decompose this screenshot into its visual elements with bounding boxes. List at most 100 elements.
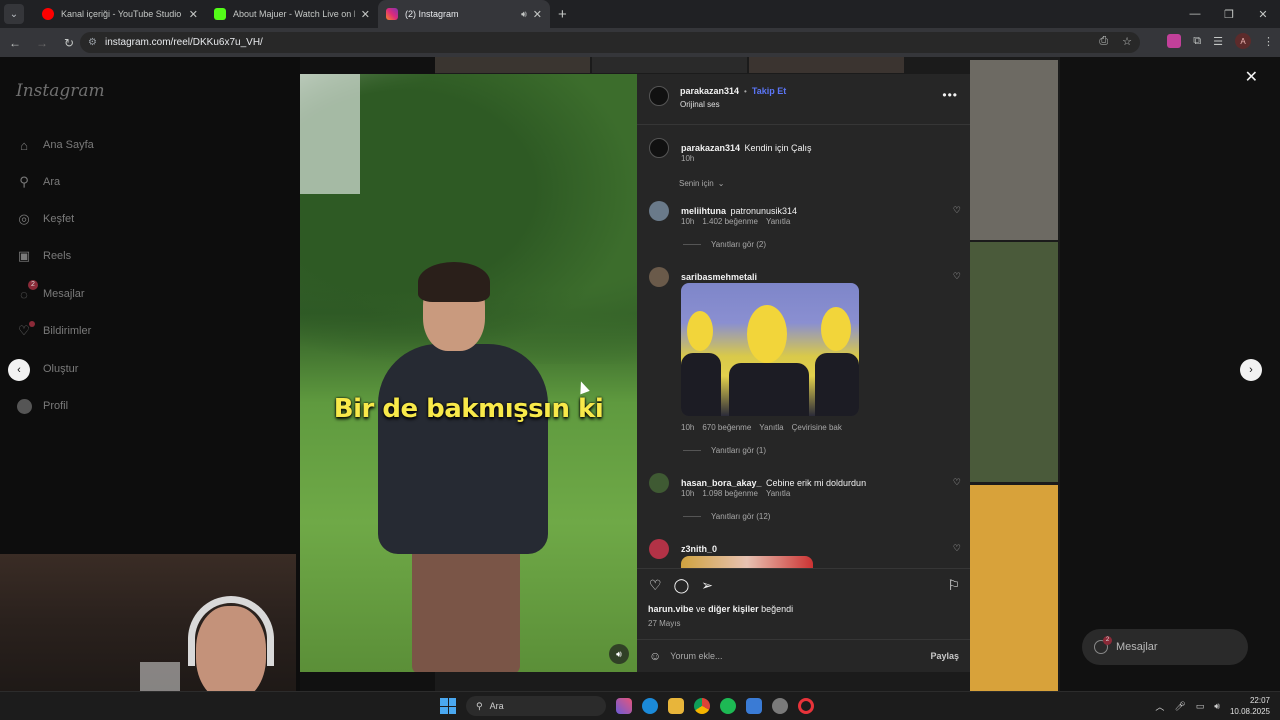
menu-kebab-icon[interactable]: ⋮ <box>1263 35 1274 48</box>
like-heart-icon[interactable]: ♡ <box>649 577 662 594</box>
nav-profile[interactable]: Profil <box>16 398 68 414</box>
translate-button[interactable]: Çevirisine bak <box>792 423 842 432</box>
comment-like-icon[interactable]: ♡ <box>953 477 961 488</box>
comment-like-icon[interactable]: ♡ <box>953 205 961 216</box>
comment-gif-partial[interactable] <box>681 556 813 568</box>
comment-username[interactable]: meliihtuna <box>681 206 726 216</box>
comment-bubble-icon[interactable]: ◯ <box>674 577 690 594</box>
liked-by-user[interactable]: harun.vibe <box>648 604 694 614</box>
site-info-icon[interactable]: ⚙ <box>88 37 97 48</box>
video-person-legs <box>412 534 520 672</box>
edge-icon[interactable] <box>642 698 658 714</box>
nav-notifications[interactable]: ♡ Bildirimler <box>16 321 91 339</box>
messages-pill[interactable]: 2 Mesajlar <box>1082 629 1248 665</box>
back-icon[interactable]: ← <box>3 36 27 50</box>
tab-kick[interactable]: About Majuer - Watch Live on Kick ✕ <box>206 0 378 28</box>
tray-chevron-icon[interactable]: ︿ <box>1155 700 1164 713</box>
obs-icon[interactable] <box>772 698 788 714</box>
copilot-icon[interactable] <box>616 698 632 714</box>
comment-likes[interactable]: 670 beğenme <box>702 423 751 432</box>
speaker-icon[interactable]: 🔊︎ <box>521 9 527 20</box>
volume-icon[interactable]: 🔊︎ <box>1214 701 1220 712</box>
tab-title: (2) Instagram <box>405 9 459 19</box>
file-explorer-icon[interactable] <box>668 698 684 714</box>
taskbar-clock[interactable]: 22:07 10.08.2025 <box>1230 695 1270 717</box>
nav-label: Ara <box>43 176 61 188</box>
microphone-icon[interactable]: 🎤︎ <box>1174 701 1185 712</box>
commenter-avatar[interactable] <box>649 267 669 287</box>
nav-reels[interactable]: ▣ Reels <box>16 248 71 264</box>
comment-gif[interactable] <box>681 283 859 416</box>
more-options-icon[interactable]: ••• <box>942 88 958 102</box>
tab-search-list-icon[interactable]: ☰ <box>1213 35 1223 48</box>
puzzle-icon[interactable]: ⧉ <box>1193 35 1201 48</box>
forward-icon[interactable]: → <box>30 36 54 50</box>
comment-username[interactable]: saribasmehmetali <box>681 272 757 282</box>
comment-like-icon[interactable]: ♡ <box>953 543 961 554</box>
commenter-avatar[interactable] <box>649 473 669 493</box>
close-window-icon[interactable]: ✕ <box>1246 0 1280 28</box>
nav-search[interactable]: ⚲ Ara <box>16 174 60 190</box>
notepad-icon[interactable] <box>746 698 762 714</box>
comment-like-icon[interactable]: ♡ <box>953 271 961 282</box>
save-bookmark-icon[interactable]: ⚐ <box>947 577 960 594</box>
windows-start-icon[interactable] <box>440 698 456 714</box>
author-avatar[interactable] <box>649 86 669 106</box>
tab-search-icon[interactable]: ⌄ <box>4 4 24 24</box>
bookmark-star-icon[interactable]: ☆ <box>1122 35 1132 48</box>
reload-icon[interactable]: ↻ <box>57 36 81 50</box>
reply-button[interactable]: Yanıtla <box>766 217 790 226</box>
comment-username[interactable]: parakazan314 <box>681 143 740 153</box>
display-icon[interactable]: ▭ <box>1196 701 1205 712</box>
follow-button[interactable]: Takip Et <box>752 86 786 96</box>
opera-icon[interactable] <box>798 698 814 714</box>
spotify-icon[interactable] <box>720 698 736 714</box>
emoji-icon[interactable]: ☺ <box>649 649 661 663</box>
close-tab-icon[interactable]: ✕ <box>361 8 370 21</box>
reply-button[interactable]: Yanıtla <box>759 423 783 432</box>
audio-toggle-icon[interactable]: 🔊︎ <box>609 644 629 664</box>
address-bar[interactable]: ⚙ instagram.com/reel/DKKu6x7u_VH/ ⎙ ☆ <box>80 32 1140 53</box>
tab-instagram[interactable]: (2) Instagram 🔊︎ ✕ <box>378 0 550 28</box>
comment-username[interactable]: z3nith_0 <box>681 544 717 554</box>
close-tab-icon[interactable]: ✕ <box>533 8 542 21</box>
comment-username[interactable]: hasan_bora_akay_ <box>681 478 762 488</box>
restore-icon[interactable]: ❐ <box>1212 0 1246 28</box>
comment-likes[interactable]: 1.402 beğenme <box>702 217 758 226</box>
nav-home[interactable]: ⌂ Ana Sayfa <box>16 137 94 153</box>
replies-line <box>683 450 701 451</box>
commenter-avatar[interactable] <box>649 539 669 559</box>
minimize-icon[interactable]: — <box>1178 0 1212 28</box>
nav-explore[interactable]: ◎ Keşfet <box>16 211 74 227</box>
liked-by-others[interactable]: diğer kişiler <box>708 604 759 614</box>
next-reel-icon[interactable]: › <box>1240 359 1262 381</box>
author-username[interactable]: parakazan314 <box>680 86 739 96</box>
reel-video[interactable]: Bir de bakmışsın ki 🔊︎ <box>300 74 637 672</box>
extension-icon[interactable] <box>1167 34 1182 48</box>
profile-avatar[interactable]: A <box>1235 33 1251 49</box>
chrome-icon[interactable] <box>694 698 710 714</box>
share-paper-plane-icon[interactable]: ➢ <box>701 577 713 594</box>
commenter-avatar[interactable] <box>649 201 669 221</box>
nav-messages[interactable]: ◌ 2 Mesajlar <box>16 280 85 302</box>
new-tab-icon[interactable]: + <box>558 6 567 23</box>
previous-reel-icon[interactable]: ‹ <box>8 359 30 381</box>
url-text[interactable]: instagram.com/reel/DKKu6x7u_VH/ <box>105 37 263 48</box>
post-comment-button[interactable]: Paylaş <box>930 651 959 661</box>
reply-button[interactable]: Yanıtla <box>766 489 790 498</box>
close-tab-icon[interactable]: ✕ <box>189 8 198 21</box>
view-replies-button[interactable]: Yanıtları gör (1) <box>683 446 766 455</box>
comment-likes[interactable]: 1.098 beğenme <box>702 489 758 498</box>
author-avatar[interactable] <box>649 138 669 158</box>
comment-input[interactable]: Yorum ekle... <box>670 651 722 661</box>
youtube-icon <box>42 8 54 20</box>
instagram-logo[interactable]: Instagram <box>16 81 105 101</box>
view-replies-button[interactable]: Yanıtları gör (12) <box>683 512 770 521</box>
close-reel-icon[interactable]: ✕ <box>1245 67 1258 87</box>
tab-youtube-studio[interactable]: Kanal içeriği - YouTube Studio ✕ <box>34 0 206 28</box>
taskbar-search[interactable]: ⚲ Ara <box>466 696 606 716</box>
install-app-icon[interactable]: ⎙ <box>1099 35 1108 48</box>
sort-dropdown[interactable]: Senin için ⌄ <box>679 179 724 188</box>
view-replies-button[interactable]: Yanıtları gör (2) <box>683 240 766 249</box>
audio-label[interactable]: Orijinal ses <box>680 100 720 109</box>
